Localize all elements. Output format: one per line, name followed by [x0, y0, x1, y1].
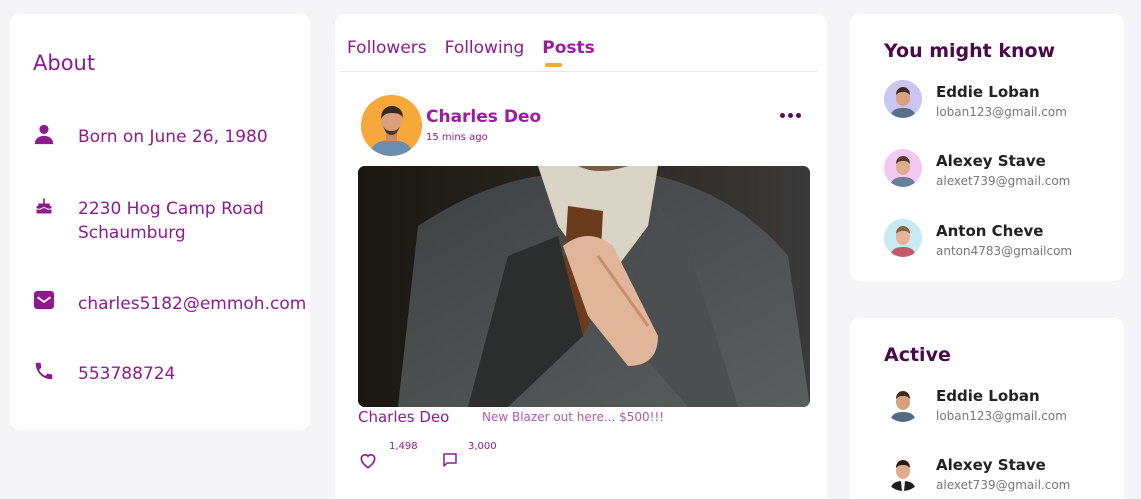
mail-icon	[32, 288, 56, 312]
like-heart-icon[interactable]	[358, 451, 378, 471]
birthday-row: Born on June 26, 1980	[32, 122, 268, 147]
post-author-avatar[interactable]	[361, 95, 422, 156]
phone-text: 553788724	[78, 364, 176, 384]
avatar	[884, 80, 922, 118]
post-caption: New Blazer out here... $500!!!	[482, 410, 665, 424]
person-icon	[32, 122, 56, 146]
post-timestamp: 15 mins ago	[426, 132, 488, 143]
more-options-icon[interactable]	[780, 108, 802, 122]
post-author-name[interactable]: Charles Deo	[426, 107, 541, 127]
feed-card: Followers Following Posts Charles Deo 15…	[335, 14, 827, 499]
address-line1: 2230 Hog Camp Road	[78, 199, 264, 219]
person-email: loban123@gmail.com	[936, 105, 1067, 119]
tab-posts[interactable]: Posts	[542, 38, 595, 67]
active-title: Active	[884, 344, 951, 366]
you-might-know-title: You might know	[884, 40, 1056, 62]
person-email: anton4783@gmailcom	[936, 244, 1073, 258]
address-row: 2230 Hog Camp Road Schaumburg	[32, 194, 264, 243]
profile-tabs: Followers Following Posts	[347, 38, 595, 67]
tab-followers[interactable]: Followers	[347, 38, 427, 58]
like-count: 1,498	[389, 441, 418, 452]
person-email: alexet739@gmail.com	[936, 478, 1071, 492]
phone-row: 553788724	[32, 359, 175, 384]
avatar	[884, 384, 922, 422]
person-email: alexet739@gmail.com	[936, 174, 1071, 188]
active-card: Active Eddie Loban loban123@gmail.com Al…	[850, 318, 1124, 499]
post-footer-author[interactable]: Charles Deo	[358, 408, 449, 426]
active-person[interactable]: Alexey Stave alexet739@gmail.com	[884, 453, 1114, 493]
person-name: Eddie Loban	[936, 83, 1040, 101]
email-text: charles5182@emmoh.com	[78, 294, 307, 314]
avatar	[884, 453, 922, 491]
cake-icon	[32, 194, 56, 218]
avatar	[884, 219, 922, 257]
about-title: About	[33, 51, 96, 75]
person-name: Alexey Stave	[936, 152, 1046, 170]
suggested-person[interactable]: Anton Cheve anton4783@gmailcom	[884, 219, 1114, 259]
post-image[interactable]	[358, 166, 810, 407]
address-line2: Schaumburg	[78, 223, 186, 243]
avatar	[884, 149, 922, 187]
person-email: loban123@gmail.com	[936, 409, 1067, 423]
active-person[interactable]: Eddie Loban loban123@gmail.com	[884, 384, 1114, 424]
about-card: About Born on June 26, 1980 2230 Hog Cam…	[10, 14, 310, 430]
tab-posts-label: Posts	[542, 38, 595, 58]
comment-icon[interactable]	[441, 451, 459, 469]
suggested-person[interactable]: Alexey Stave alexet739@gmail.com	[884, 149, 1114, 189]
comment-count: 3,000	[468, 441, 497, 452]
active-tab-indicator	[545, 63, 563, 67]
tabs-divider	[340, 71, 817, 72]
person-name: Alexey Stave	[936, 456, 1046, 474]
you-might-know-card: You might know Eddie Loban loban123@gmai…	[850, 14, 1124, 281]
tab-following[interactable]: Following	[445, 38, 525, 58]
birthday-text: Born on June 26, 1980	[78, 127, 268, 147]
person-name: Anton Cheve	[936, 222, 1044, 240]
suggested-person[interactable]: Eddie Loban loban123@gmail.com	[884, 80, 1114, 120]
phone-icon	[32, 359, 56, 383]
person-name: Eddie Loban	[936, 387, 1040, 405]
email-row: charles5182@emmoh.com	[32, 288, 306, 314]
